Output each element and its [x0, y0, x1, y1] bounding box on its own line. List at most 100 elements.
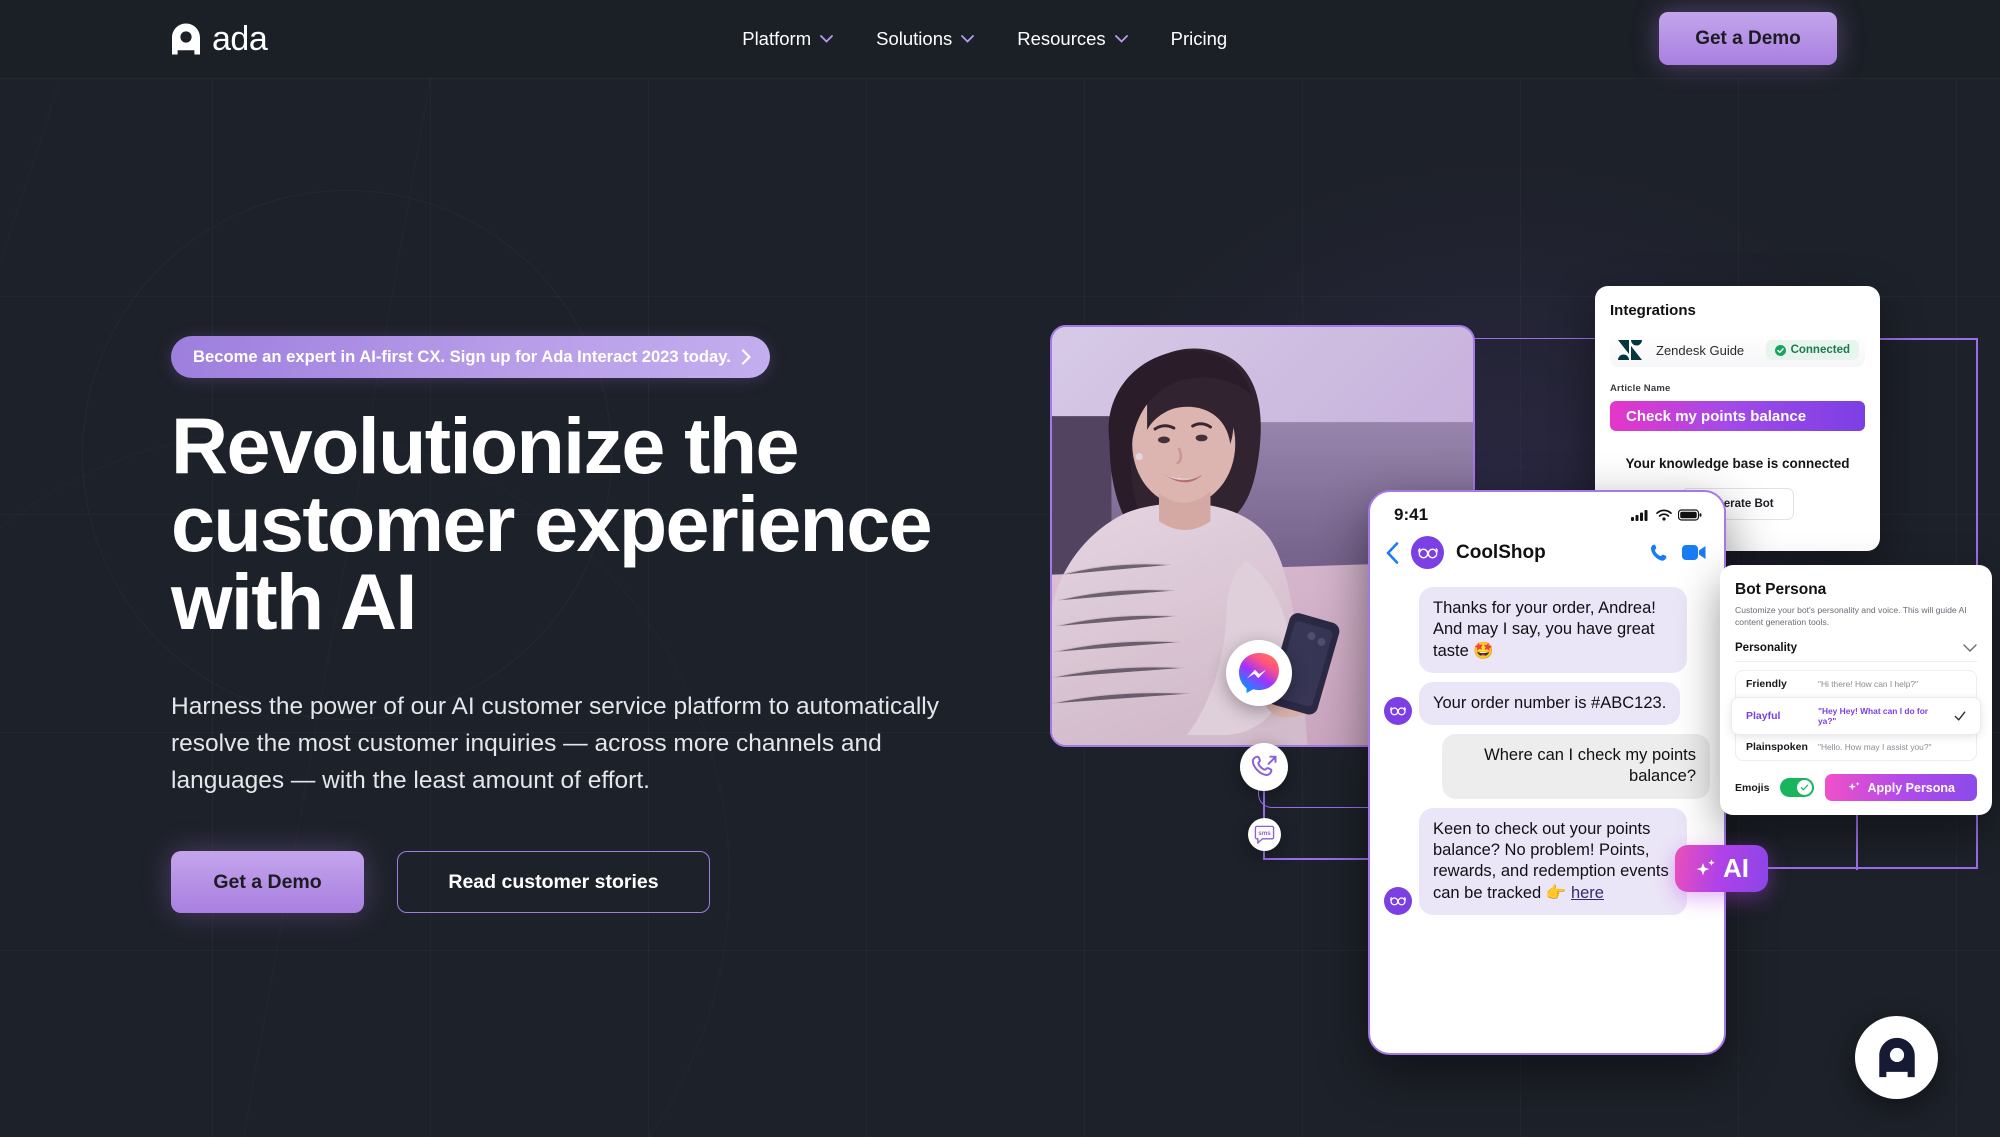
knowledge-base-message: Your knowledge base is connected	[1625, 456, 1850, 471]
channel-sms[interactable]: sms	[1248, 818, 1281, 851]
chevron-down-icon	[961, 35, 975, 43]
option-quote: "Hi there! How can I help?"	[1818, 679, 1918, 690]
chat-message-list: Thanks for your order, Andrea! And may I…	[1370, 579, 1724, 915]
ada-logo-text: ada	[212, 20, 268, 58]
option-name: Playful	[1746, 710, 1781, 723]
personality-section-header[interactable]: Personality	[1735, 642, 1977, 663]
apply-persona-button[interactable]: Apply Persona	[1825, 774, 1977, 802]
chat-bubble-text: Keen to check out your points balance? N…	[1433, 819, 1669, 902]
chat-message-bot: Thanks for your order, Andrea! And may I…	[1384, 587, 1710, 673]
bot-persona-card: Bot Persona Customize your bot's persona…	[1720, 565, 1992, 815]
ada-logo-icon	[172, 23, 200, 55]
sunglasses-icon	[1417, 547, 1438, 558]
sunglasses-icon	[1390, 896, 1406, 906]
sms-icon: sms	[1254, 825, 1275, 845]
persona-title: Bot Persona	[1735, 581, 1827, 598]
chat-bubble-last: Keen to check out your points balance? N…	[1419, 807, 1687, 915]
phone-mockup: 9:41 CoolShop Thanks for your order, And…	[1368, 490, 1726, 1055]
personality-option-list: Friendly "Hi there! How can I help?" Pla…	[1731, 670, 1981, 762]
check-icon	[1801, 785, 1809, 791]
hero-subheading: Harness the power of our AI customer ser…	[171, 692, 939, 795]
nav-item-pricing[interactable]: Pricing	[1171, 28, 1228, 50]
hero-cta-row: Get a Demo Read customer stories	[171, 851, 961, 914]
header-get-demo-button[interactable]: Get a Demo	[1659, 12, 1837, 65]
nav-label: Resources	[1017, 28, 1106, 49]
announcement-text: Become an expert in AI-first CX. Sign up…	[193, 347, 731, 366]
option-name: Plainspoken	[1746, 741, 1808, 754]
connector-line-bottom	[1764, 867, 1978, 869]
battery-icon	[1678, 509, 1702, 521]
phone-call-icon[interactable]	[1649, 543, 1669, 563]
chat-bubble-text: Your order number is #ABC123.	[1419, 681, 1681, 726]
hero-get-demo-button[interactable]: Get a Demo	[171, 851, 364, 914]
svg-text:sms: sms	[1258, 830, 1271, 837]
ai-badge: AI	[1675, 845, 1768, 892]
chat-widget-launcher[interactable]	[1855, 1016, 1938, 1099]
hero-customer-stories-button[interactable]: Read customer stories	[397, 851, 710, 914]
nav-label: Pricing	[1170, 28, 1228, 49]
shop-name: CoolShop	[1456, 541, 1546, 563]
announcement-banner[interactable]: Become an expert in AI-first CX. Sign up…	[171, 336, 770, 378]
apply-persona-label: Apply Persona	[1867, 780, 1955, 795]
phone-status-bar: 9:41	[1370, 492, 1724, 529]
nav-item-solutions[interactable]: Solutions	[876, 28, 975, 50]
wifi-icon	[1656, 509, 1672, 521]
main-navigation: Platform Solutions Resources Pricing	[742, 28, 1227, 50]
chat-message-user: Where can I check my points balance?	[1384, 734, 1710, 799]
back-chevron-icon[interactable]	[1386, 541, 1399, 564]
connector-line-persona	[1856, 815, 1858, 870]
nav-item-platform[interactable]: Platform	[742, 28, 834, 50]
article-name-input[interactable]: Check my points balance	[1610, 401, 1865, 431]
zendesk-logo-icon	[1618, 340, 1642, 360]
messenger-icon	[1239, 653, 1279, 693]
integrations-title: Integrations	[1610, 302, 1696, 319]
personality-option-playful[interactable]: Playful "Hey Hey! What can I do for ya?"	[1731, 697, 1981, 736]
persona-footer: Emojis Apply Persona	[1735, 774, 1977, 802]
emojis-label: Emojis	[1735, 781, 1770, 794]
landing-page: ada Platform Solutions Resources Pricing…	[0, 0, 2000, 1137]
connector-line-channels-join	[1263, 858, 1383, 860]
channel-voice[interactable]	[1240, 743, 1288, 791]
sparkle-icon	[1849, 781, 1861, 791]
chat-bubble-text: Where can I check my points balance?	[1442, 734, 1710, 799]
hero-content: Become an expert in AI-first CX. Sign up…	[171, 336, 961, 914]
integration-row-zendesk[interactable]: Zendesk Guide Connected	[1610, 333, 1865, 367]
checkmark-icon	[1954, 711, 1966, 721]
phone-conversation-header: CoolShop	[1370, 529, 1724, 579]
nav-item-resources[interactable]: Resources	[1017, 28, 1128, 50]
integration-name: Zendesk Guide	[1656, 342, 1745, 358]
persona-description: Customize your bot's personality and voi…	[1735, 605, 1967, 628]
option-quote: "Hey Hey! What can I do for ya?"	[1818, 706, 1929, 727]
bot-avatar	[1384, 697, 1412, 726]
cellular-signal-icon	[1631, 510, 1648, 521]
chat-message-bot: Keen to check out your points balance? N…	[1384, 807, 1710, 915]
page-title: Revolutionize the customer experience wi…	[171, 401, 933, 647]
connected-label: Connected	[1790, 344, 1850, 356]
nav-label: Platform	[742, 28, 812, 49]
points-balance-link[interactable]: here	[1571, 884, 1604, 902]
channel-messenger[interactable]	[1226, 640, 1292, 706]
personality-label: Personality	[1735, 642, 1797, 655]
site-header: ada Platform Solutions Resources Pricing…	[0, 0, 2000, 78]
ada-logo-icon	[1878, 1037, 1915, 1078]
voice-call-icon	[1251, 755, 1276, 776]
option-quote: "Hello. How may I assist you?"	[1818, 742, 1932, 753]
avatar-spacer	[1384, 645, 1412, 673]
ada-logo[interactable]: ada	[171, 20, 268, 58]
chevron-down-icon	[1963, 644, 1977, 653]
call-action-icons	[1649, 543, 1706, 563]
check-circle-icon	[1774, 344, 1786, 356]
emojis-toggle[interactable]	[1780, 778, 1815, 798]
video-call-icon[interactable]	[1682, 544, 1706, 561]
chat-bubble-text: Thanks for your order, Andrea! And may I…	[1419, 587, 1687, 673]
ai-badge-label: AI	[1723, 853, 1749, 883]
phone-time: 9:41	[1394, 505, 1429, 524]
hero-visual: Integrations Zendesk Guide Connected Art…	[1030, 250, 2000, 1100]
personality-option-friendly[interactable]: Friendly "Hi there! How can I help?"	[1736, 671, 1976, 699]
personality-option-plainspoken[interactable]: Plainspoken "Hello. How may I assist you…	[1736, 734, 1976, 760]
nav-label: Solutions	[876, 28, 953, 49]
toggle-knob	[1797, 780, 1813, 796]
sunglasses-icon	[1390, 707, 1406, 716]
chevron-right-icon	[741, 349, 751, 365]
chevron-down-icon	[1114, 35, 1128, 43]
